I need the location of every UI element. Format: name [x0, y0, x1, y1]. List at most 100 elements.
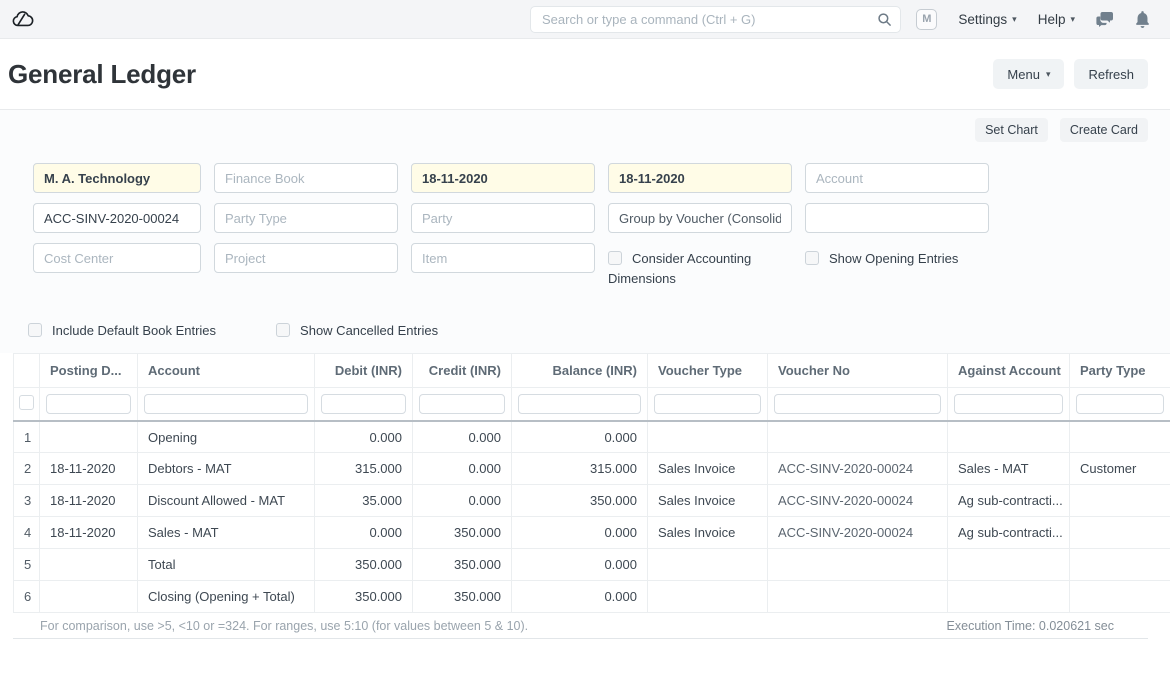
posting-date-cell	[40, 549, 138, 581]
table-filter-row	[14, 388, 1170, 421]
show-opening-entries-checkbox[interactable]: Show Opening Entries	[805, 243, 989, 289]
voucher-no-cell[interactable]	[768, 421, 948, 453]
notifications-bell-icon[interactable]	[1135, 11, 1150, 28]
chevron-down-icon: ▾	[1012, 15, 1017, 24]
voucher-no-cell[interactable]	[768, 549, 948, 581]
item-filter-input[interactable]	[411, 243, 595, 273]
account-cell: Closing (Opening + Total)	[138, 581, 315, 613]
table-row: 3 18-11-2020 Discount Allowed - MAT 35.0…	[14, 485, 1170, 517]
party-type-filter-input[interactable]	[214, 203, 398, 233]
user-avatar[interactable]: M	[916, 9, 937, 30]
column-header-account[interactable]: Account	[138, 354, 315, 388]
checkbox-label: Include Default Book Entries	[52, 323, 216, 338]
table-row: 4 18-11-2020 Sales - MAT 0.000 350.000 0…	[14, 517, 1170, 549]
settings-label: Settings	[958, 12, 1007, 27]
menu-button[interactable]: Menu ▾	[993, 59, 1064, 89]
voucher-no-filter-input[interactable]	[33, 203, 201, 233]
checkbox-icon[interactable]	[608, 251, 622, 265]
column-header-against-account[interactable]: Against Account	[948, 354, 1070, 388]
show-cancelled-entries-checkbox[interactable]: Show Cancelled Entries	[276, 315, 438, 341]
row-index: 3	[14, 485, 40, 517]
from-date-filter-input[interactable]	[411, 163, 595, 193]
include-default-book-entries-checkbox[interactable]: Include Default Book Entries	[28, 315, 216, 341]
account-cell: Debtors - MAT	[138, 453, 315, 485]
credit-cell: 0.000	[413, 485, 512, 517]
column-header-voucher-type[interactable]: Voucher Type	[648, 354, 768, 388]
row-index: 1	[14, 421, 40, 453]
balance-column-filter[interactable]	[518, 394, 641, 414]
party-type-column-filter[interactable]	[1076, 394, 1164, 414]
party-type-cell	[1070, 517, 1170, 549]
group-by-select[interactable]	[608, 203, 792, 233]
app-logo-icon[interactable]	[10, 7, 34, 31]
column-header-debit[interactable]: Debit (INR)	[315, 354, 413, 388]
filter-hint-text: For comparison, use >5, <10 or =324. For…	[13, 619, 528, 633]
checkbox-label: Show Cancelled Entries	[300, 323, 438, 338]
voucher-no-cell[interactable]	[768, 581, 948, 613]
extra-filter-input[interactable]	[805, 203, 989, 233]
account-filter-input[interactable]	[805, 163, 989, 193]
help-label: Help	[1038, 12, 1066, 27]
page-actions: Menu ▾ Refresh	[993, 59, 1148, 89]
balance-cell: 0.000	[512, 549, 648, 581]
against-account-cell	[948, 421, 1070, 453]
table-row: 6 Closing (Opening + Total) 350.000 350.…	[14, 581, 1170, 613]
posting-date-column-filter[interactable]	[46, 394, 131, 414]
voucher-no-cell[interactable]: ACC-SINV-2020-00024	[768, 485, 948, 517]
balance-cell: 0.000	[512, 581, 648, 613]
account-column-filter[interactable]	[144, 394, 308, 414]
checkbox-icon[interactable]	[276, 323, 290, 337]
voucher-type-column-filter[interactable]	[654, 394, 761, 414]
against-account-column-filter[interactable]	[954, 394, 1063, 414]
party-filter-input[interactable]	[411, 203, 595, 233]
checkbox-icon[interactable]	[28, 323, 42, 337]
column-header-party-type[interactable]: Party Type	[1070, 354, 1170, 388]
create-card-button[interactable]: Create Card	[1060, 118, 1148, 142]
company-filter-input[interactable]	[33, 163, 201, 193]
to-date-filter-input[interactable]	[608, 163, 792, 193]
chat-icon[interactable]	[1096, 11, 1114, 27]
posting-date-cell: 18-11-2020	[40, 485, 138, 517]
table-footer: For comparison, use >5, <10 or =324. For…	[13, 613, 1148, 639]
account-cell: Sales - MAT	[138, 517, 315, 549]
credit-cell: 350.000	[413, 549, 512, 581]
consider-accounting-dimensions-checkbox[interactable]: Consider Accounting Dimensions	[608, 243, 792, 289]
checkbox-icon[interactable]	[805, 251, 819, 265]
voucher-no-cell[interactable]: ACC-SINV-2020-00024	[768, 453, 948, 485]
cost-center-filter-input[interactable]	[33, 243, 201, 273]
debit-column-filter[interactable]	[321, 394, 406, 414]
set-chart-button[interactable]: Set Chart	[975, 118, 1048, 142]
voucher-no-cell[interactable]: ACC-SINV-2020-00024	[768, 517, 948, 549]
refresh-button[interactable]: Refresh	[1074, 59, 1148, 89]
page-title: General Ledger	[8, 59, 196, 90]
credit-cell: 350.000	[413, 581, 512, 613]
help-menu[interactable]: Help ▾	[1038, 12, 1075, 27]
project-filter-input[interactable]	[214, 243, 398, 273]
party-type-cell	[1070, 485, 1170, 517]
column-header-credit[interactable]: Credit (INR)	[413, 354, 512, 388]
credit-column-filter[interactable]	[419, 394, 505, 414]
row-select-filter[interactable]	[19, 395, 34, 410]
search-input[interactable]	[530, 6, 901, 33]
navbar-right: M Settings ▾ Help ▾	[916, 9, 1150, 30]
row-index: 4	[14, 517, 40, 549]
voucher-no-column-filter[interactable]	[774, 394, 941, 414]
account-cell: Total	[138, 549, 315, 581]
column-header-index	[14, 354, 40, 388]
search-icon[interactable]	[877, 12, 892, 32]
column-header-balance[interactable]: Balance (INR)	[512, 354, 648, 388]
column-header-posting-date[interactable]: Posting D...	[40, 354, 138, 388]
debit-cell: 315.000	[315, 453, 413, 485]
table-header-row: Posting D... Account Debit (INR) Credit …	[14, 354, 1170, 388]
posting-date-cell	[40, 421, 138, 453]
balance-cell: 0.000	[512, 517, 648, 549]
column-header-voucher-no[interactable]: Voucher No	[768, 354, 948, 388]
voucher-type-cell: Sales Invoice	[648, 485, 768, 517]
against-account-cell	[948, 581, 1070, 613]
credit-cell: 350.000	[413, 517, 512, 549]
finance-book-filter-input[interactable]	[214, 163, 398, 193]
filter-checkbox-row: Include Default Book Entries Show Cancel…	[0, 315, 1170, 341]
balance-cell: 0.000	[512, 421, 648, 453]
settings-menu[interactable]: Settings ▾	[958, 12, 1016, 27]
debit-cell: 35.000	[315, 485, 413, 517]
